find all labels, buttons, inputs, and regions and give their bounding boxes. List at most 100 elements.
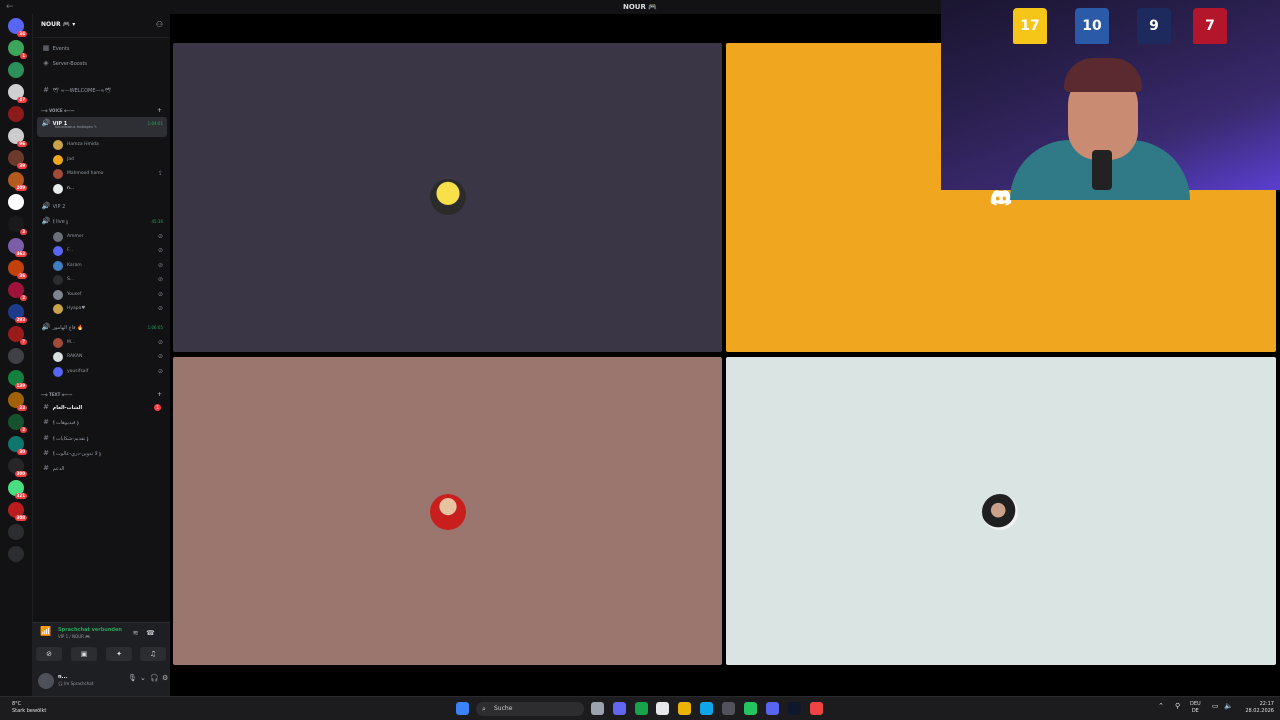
voice-user[interactable]: Jad bbox=[49, 153, 167, 167]
voice-user[interactable]: Yousef ⊘ bbox=[49, 288, 167, 302]
channel-text[interactable]: # الشات-العام 1 bbox=[37, 401, 167, 414]
add-channel-icon[interactable]: + bbox=[157, 107, 162, 114]
recording-app-icon[interactable] bbox=[810, 702, 823, 715]
server-icon[interactable]: 321 bbox=[8, 480, 27, 499]
server-icon[interactable]: 7 bbox=[8, 326, 27, 345]
task-view-icon[interactable] bbox=[591, 702, 604, 715]
calendar-app-icon[interactable] bbox=[656, 702, 669, 715]
add-channel-icon[interactable]: + bbox=[157, 391, 162, 398]
voice-user[interactable]: M... ⊘ bbox=[49, 336, 167, 350]
steam-icon[interactable] bbox=[788, 702, 801, 715]
participant-tile[interactable] bbox=[173, 43, 722, 352]
taskbar-search[interactable]: ⌕ Suche bbox=[476, 702, 584, 716]
user-name[interactable]: n... bbox=[58, 674, 67, 680]
chevron-down-icon[interactable]: ⌄ bbox=[140, 674, 146, 682]
activities-button[interactable]: ✦ bbox=[106, 647, 132, 661]
xbox-icon[interactable] bbox=[635, 702, 648, 715]
vip1-channel-status[interactable]: Kanalstatus festlegen ✎ bbox=[55, 125, 97, 130]
invite-icon[interactable]: ⚇ bbox=[156, 20, 163, 29]
server-icon[interactable]: 1 bbox=[8, 40, 27, 59]
voice-user[interactable]: Hyapa♥ ⊘ bbox=[49, 302, 167, 316]
channel-text[interactable]: # ⟬ تقديم-شكايات ⟭ bbox=[37, 432, 167, 445]
channel-vip2[interactable]: 🔊 VIP 2 bbox=[37, 200, 167, 213]
soundboard-button[interactable]: ♫ bbox=[140, 647, 166, 661]
voice-user[interactable]: RAKAN ⊘ bbox=[49, 350, 167, 364]
channel-text[interactable]: # الدعم bbox=[37, 462, 167, 475]
voice-user[interactable]: Ammer ⊘ bbox=[49, 230, 167, 244]
streamer-cap bbox=[1064, 58, 1142, 92]
discord-icon[interactable] bbox=[766, 702, 779, 715]
avatar bbox=[53, 275, 63, 285]
server-icon[interactable]: 47 bbox=[8, 84, 27, 103]
text-category[interactable]: —⟡ TEXT ⟡—— + bbox=[41, 391, 162, 398]
guild-name[interactable]: NOUR 🎮 ▾ bbox=[41, 21, 75, 28]
weather-widget[interactable]: 8°C Stark bewölkt bbox=[12, 701, 46, 715]
server-icon[interactable]: 308 bbox=[8, 502, 27, 521]
app-icon[interactable] bbox=[722, 702, 735, 715]
text-category-label: —⟡ TEXT ⟡—— bbox=[41, 392, 73, 397]
voice-user[interactable]: yousifsaif ⊘ bbox=[49, 365, 167, 379]
server-icon[interactable]: 2 bbox=[8, 282, 27, 301]
channel-arabic-voice[interactable]: 🔊 قاع الهامور 🔥 1:06:05 bbox=[37, 321, 167, 334]
add-server-icon[interactable] bbox=[8, 524, 24, 540]
server-icon[interactable] bbox=[8, 348, 24, 364]
participant-tile[interactable] bbox=[173, 357, 722, 665]
server-icon[interactable]: 293 bbox=[8, 304, 27, 323]
channel-vip1[interactable]: 🔊 VIP 1 1:04:01 Kanalstatus festlegen ✎ bbox=[37, 117, 167, 137]
server-icon[interactable]: 139 bbox=[8, 370, 27, 389]
microphone-icon[interactable]: 🎙 bbox=[128, 674, 137, 682]
server-icon[interactable]: 2 bbox=[8, 414, 27, 433]
participant-tile[interactable] bbox=[726, 357, 1276, 665]
server-icon[interactable]: 300 bbox=[8, 458, 27, 477]
camera-button[interactable]: ⊘ bbox=[36, 647, 62, 661]
windows-start-icon[interactable] bbox=[456, 702, 469, 715]
noise-suppression-icon[interactable]: ≋ bbox=[131, 629, 140, 638]
channel-welcome[interactable]: # 🕊 ≈—WELCOME—≈🕊 bbox=[37, 84, 167, 97]
voice-user[interactable]: Mahmood hamo ⇪ bbox=[49, 167, 167, 181]
server-icon[interactable] bbox=[8, 62, 24, 78]
nav-events[interactable]: ▦ Events bbox=[37, 42, 167, 55]
muted-icon: ⊘ bbox=[157, 353, 163, 360]
file-explorer-icon[interactable] bbox=[678, 702, 691, 715]
server-icon[interactable]: 39 bbox=[8, 150, 27, 169]
server-icon[interactable]: 34 bbox=[8, 18, 27, 37]
chevron-up-icon[interactable]: ⌃ bbox=[1158, 703, 1164, 710]
channel-text[interactable]: # ⟬ فيديوهات ⟭ bbox=[37, 416, 167, 429]
channel-live[interactable]: 🔊 ⟬ live ⟭ 45:36 bbox=[37, 215, 167, 228]
server-icon[interactable] bbox=[8, 194, 24, 210]
chrome-icon[interactable] bbox=[744, 702, 757, 715]
server-icon[interactable] bbox=[8, 106, 24, 122]
mention-badge: 2 bbox=[20, 295, 27, 301]
voice-user[interactable]: F... ⊘ bbox=[49, 244, 167, 258]
avatar[interactable] bbox=[38, 673, 54, 689]
headphones-icon[interactable]: 🎧 bbox=[150, 674, 159, 682]
voice-user[interactable]: S... ⊘ bbox=[49, 273, 167, 287]
screenshare-button[interactable]: ▣ bbox=[71, 647, 97, 661]
discover-icon[interactable] bbox=[8, 546, 24, 562]
edge-icon[interactable] bbox=[700, 702, 713, 715]
display-icon[interactable]: ▭ bbox=[1212, 703, 1219, 710]
voice-status[interactable]: Sprachchat verbunden bbox=[58, 627, 122, 633]
voice-channel-path[interactable]: VIP 1 / NOUR 🎮 bbox=[58, 634, 90, 639]
voice-user[interactable]: Hamza Hmida bbox=[49, 138, 167, 152]
server-icon[interactable]: 209 bbox=[8, 172, 27, 191]
volume-icon[interactable]: 🔈 bbox=[1224, 703, 1233, 710]
channel-text[interactable]: # ⟬ لا تدوين-دري-عالوت ⟭ bbox=[37, 447, 167, 460]
disconnect-icon[interactable]: ☎ bbox=[146, 629, 155, 638]
teams-icon[interactable] bbox=[613, 702, 626, 715]
voice-user[interactable]: n... bbox=[49, 182, 167, 196]
language-indicator[interactable]: DEU DE bbox=[1190, 701, 1201, 715]
server-icon[interactable]: 23 bbox=[8, 392, 27, 411]
server-icon[interactable]: 463 bbox=[8, 238, 27, 257]
clock[interactable]: 22:17 28.02.2026 bbox=[1240, 701, 1274, 715]
voice-user[interactable]: Karam ⊘ bbox=[49, 259, 167, 273]
server-icon[interactable]: 36 bbox=[8, 260, 27, 279]
settings-gear-icon[interactable]: ⚙ bbox=[162, 674, 168, 682]
voice-category[interactable]: —⟡ VOICE ⟡—— + bbox=[41, 107, 162, 114]
server-icon[interactable]: 3 bbox=[8, 216, 27, 235]
server-icon[interactable]: 96 bbox=[8, 128, 27, 147]
guild-header[interactable]: NOUR 🎮 ▾ ⚇ bbox=[33, 14, 171, 38]
server-icon[interactable]: 30 bbox=[8, 436, 27, 455]
nav-server-boosts[interactable]: ◈ Server-Boosts bbox=[37, 57, 167, 70]
usb-icon[interactable]: ⚲ bbox=[1175, 703, 1180, 710]
